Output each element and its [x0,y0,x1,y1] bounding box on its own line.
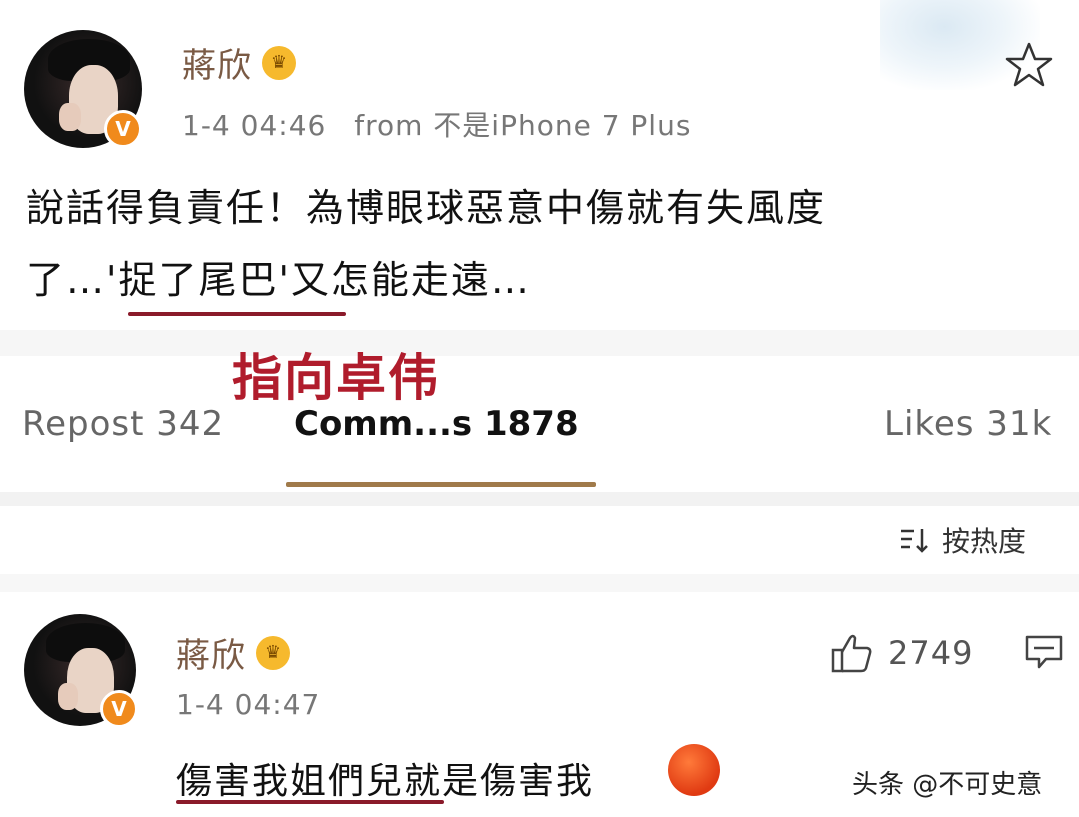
comment-username[interactable]: 蔣欣 [176,628,246,677]
post-body: 說話得負責任！為博眼球惡意中傷就有失風度 了…'捉了尾巴'又怎能走遠… [26,172,1066,316]
annotation-text: 指向卓伟 [232,349,440,407]
angry-face-emoji-icon [668,744,720,796]
comment-author: 蔣欣 ♛ [176,628,290,677]
section-divider [0,330,1079,356]
watermark: 头条 @不可史意 [852,770,1043,800]
section-divider [0,492,1079,506]
post-source: from 不是iPhone 7 Plus [354,109,692,142]
post-text-line: 說話得負責任！為博眼球惡意中傷就有失風度 [26,186,827,230]
active-tab-indicator [286,482,596,487]
thumbs-up-icon [831,634,872,673]
crown-emoji-icon: ♛ [262,45,296,80]
sort-control[interactable]: 按热度 [898,520,1026,560]
username[interactable]: 蔣欣 [182,38,252,87]
tab-repost[interactable]: Repost 342 [22,404,224,444]
crown-emoji-icon: ♛ [256,635,290,670]
highlight-underline [176,800,444,804]
post-meta: 1-4 04:46 from 不是iPhone 7 Plus [182,104,691,144]
post-text-line: 了…'捉了尾巴'又怎能走遠… [26,258,531,302]
section-divider [0,574,1079,592]
comment-like-button[interactable]: 2749 [830,632,973,674]
tab-likes[interactable]: Likes 31k [884,404,1052,444]
verified-badge: V [100,690,138,728]
timestamp: 1-4 04:46 [182,109,327,142]
like-count: 2749 [888,634,974,672]
comment-icon[interactable] [1024,634,1064,670]
comment-text: 傷害我姐們兒就是傷害我 [176,761,595,802]
star-outline-icon[interactable] [1004,40,1054,90]
tab-comments[interactable]: Comm...s 1878 [294,404,579,444]
sort-icon [901,529,928,553]
verified-badge: V [104,110,142,148]
comment-timestamp: 1-4 04:47 [176,688,321,721]
sort-label: 按热度 [942,525,1027,558]
highlight-underline [128,312,346,316]
post-author: 蔣欣 ♛ [182,38,296,87]
